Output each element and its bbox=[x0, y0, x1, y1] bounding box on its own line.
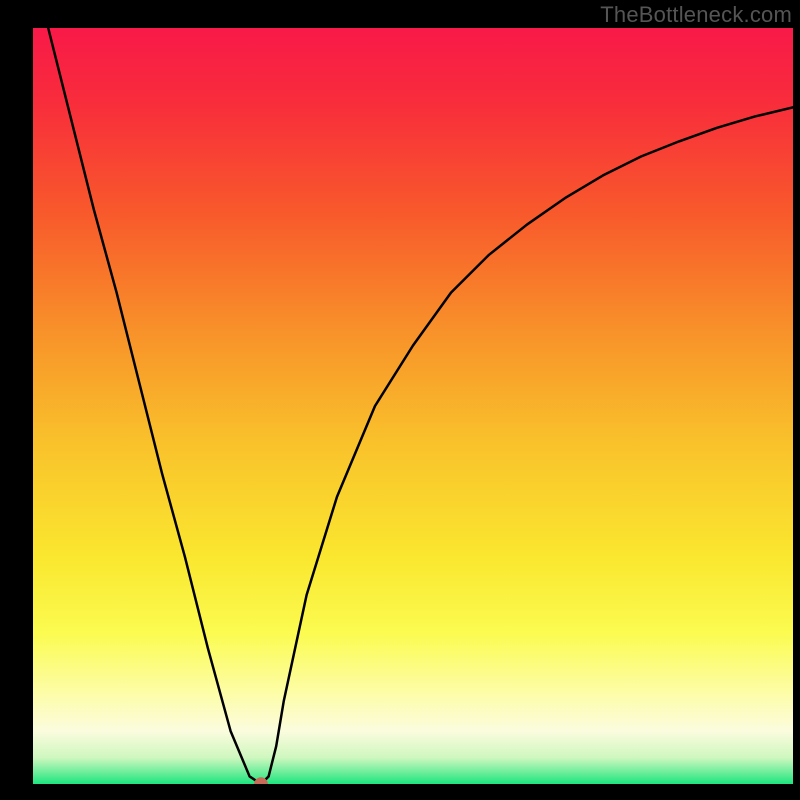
chart-frame: TheBottleneck.com bbox=[0, 0, 800, 800]
bottleneck-chart bbox=[33, 28, 793, 784]
watermark-text: TheBottleneck.com bbox=[600, 2, 792, 28]
